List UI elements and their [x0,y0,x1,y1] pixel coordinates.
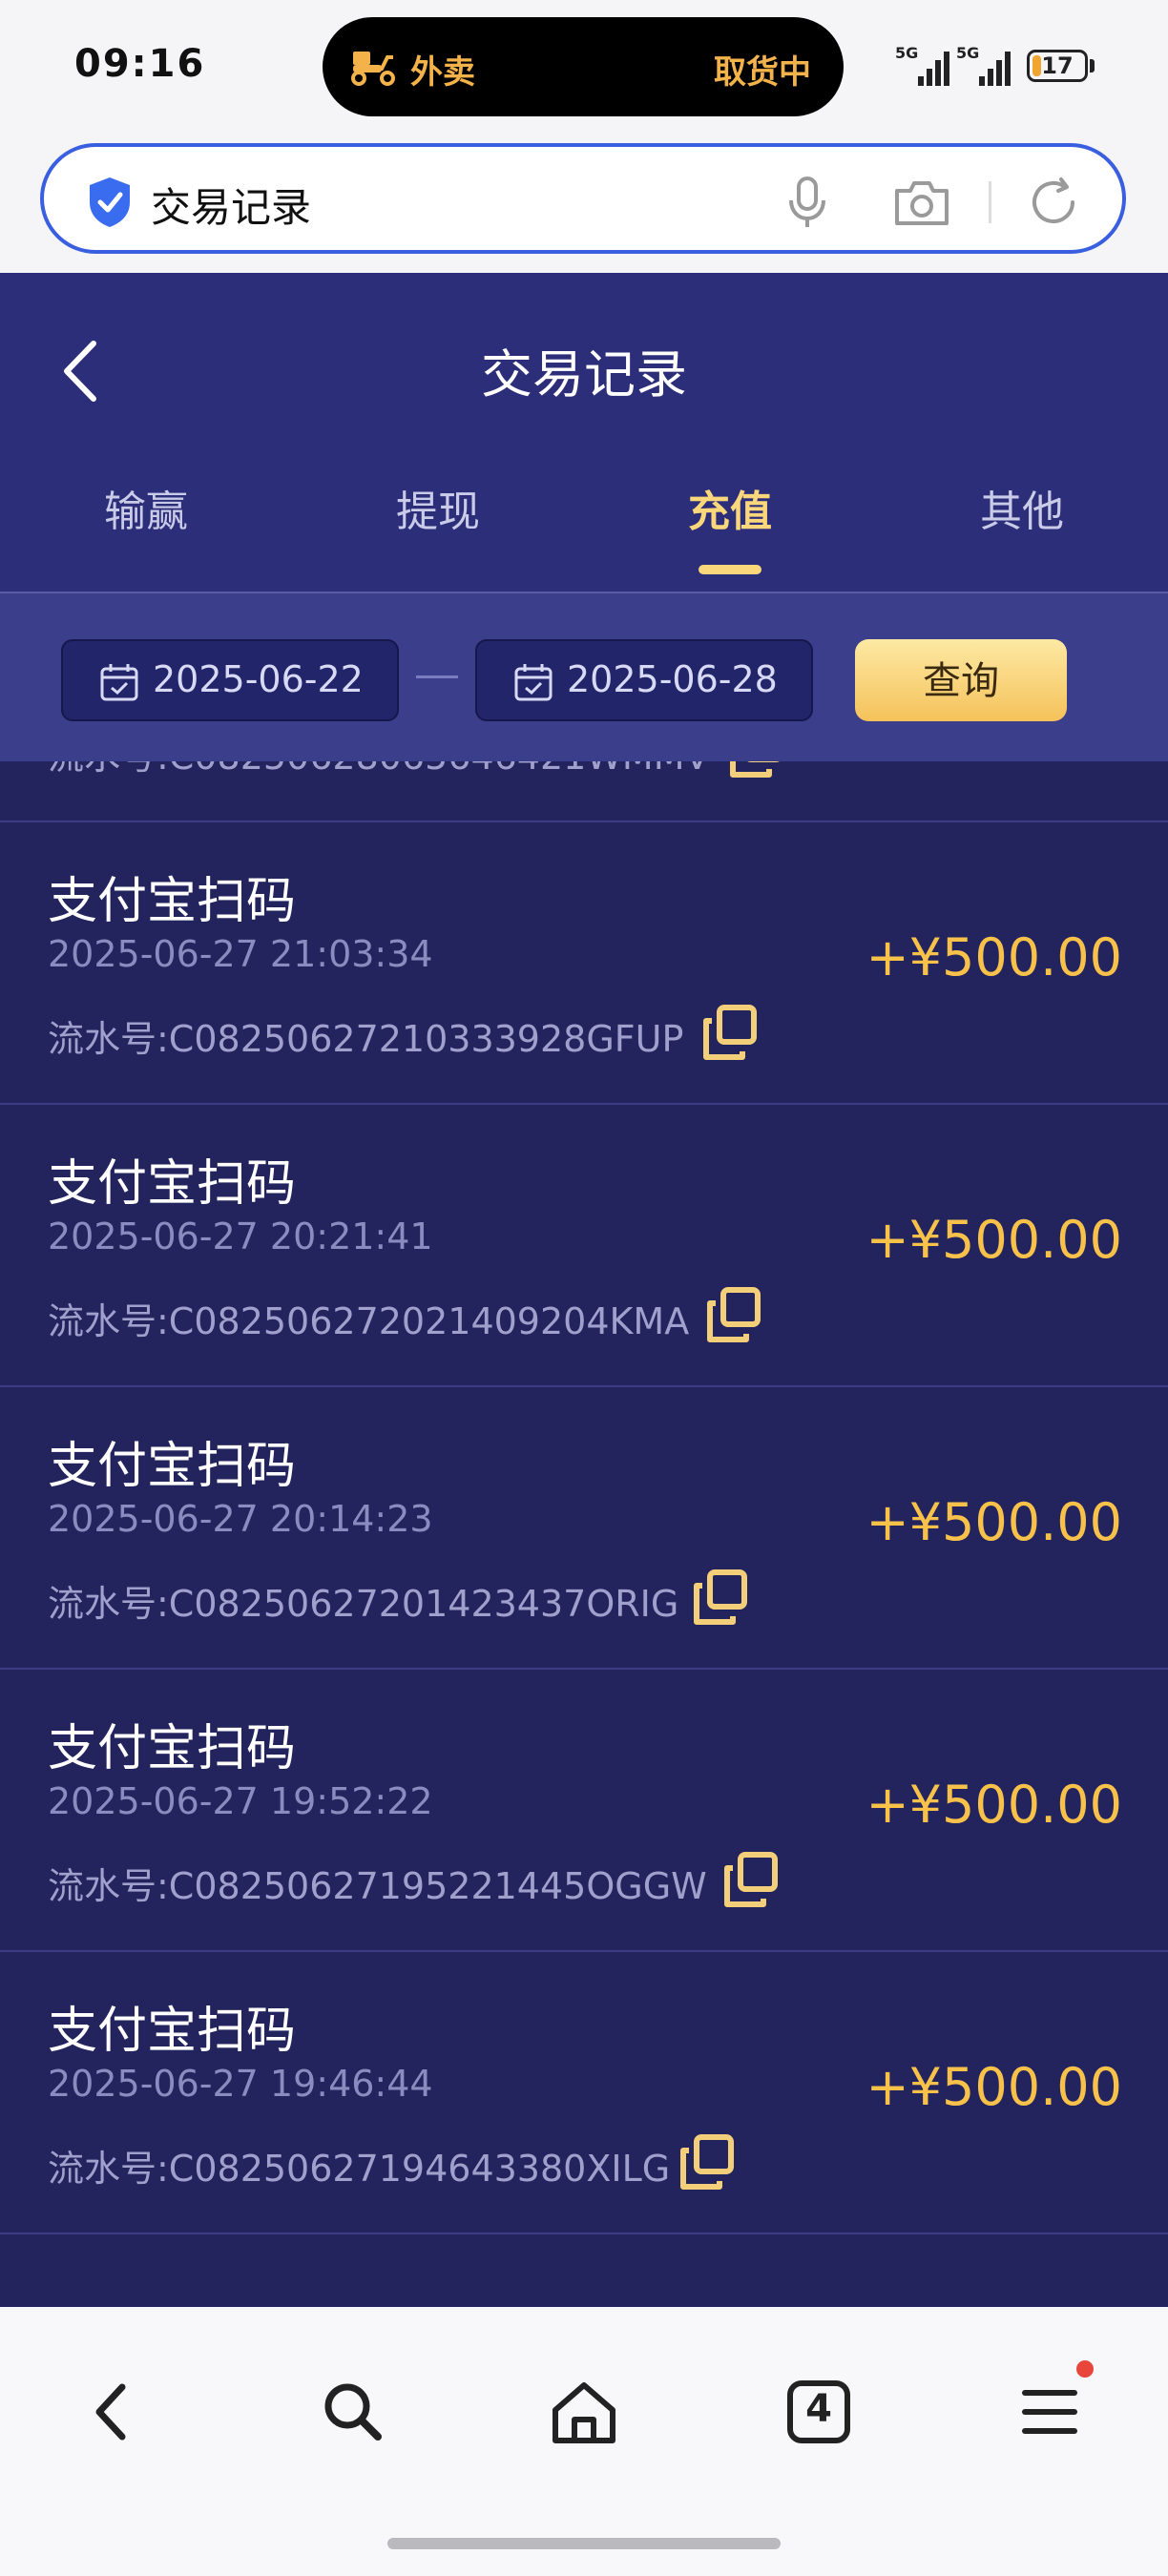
search-icon[interactable] [315,2374,391,2450]
transaction-row[interactable]: 支付宝扫码 2025-06-27 20:14:23 流水号:C082506272… [0,1387,1168,1670]
date-filter-bar: 2025-06-22 2025-06-28 查询 [0,593,1168,761]
status-time: 09:16 [74,42,206,86]
transaction-row[interactable]: 支付宝扫码 2025-06-27 19:52:22 流水号:C082506271… [0,1670,1168,1952]
calendar-icon [100,664,138,701]
transaction-time: 2025-06-27 19:46:44 [48,2063,433,2105]
battery-tip [1090,59,1095,73]
home-indicator[interactable] [387,2538,781,2549]
transaction-row[interactable]: 支付宝扫码 2025-06-27 20:21:41 流水号:C082506272… [0,1105,1168,1387]
signal-bars-icon [979,52,1011,86]
copy-icon[interactable] [699,1002,761,1065]
tab-recharge-label: 充值 [688,488,772,536]
transaction-serial: 流水号:C08250627194643380XILG [48,2148,671,2190]
tab-bar: 输赢 提现 充值 其他 [0,477,1168,574]
end-date-value: 2025-06-28 [567,658,778,700]
transaction-method: 支付宝扫码 [48,1155,297,1213]
dynamic-island[interactable]: 外卖 取货中 [323,17,844,116]
page-title: 交易记录 [481,344,687,405]
transaction-amount: +¥500.00 [866,1775,1122,1835]
copy-icon[interactable] [676,2131,739,2194]
tab-recharge[interactable]: 充值 [584,477,876,574]
menu-notification-dot [1076,2360,1094,2378]
transaction-amount: +¥500.00 [866,1210,1122,1270]
transaction-serial: 流水号:C08250627201423437ORIG [48,1583,679,1625]
transaction-row[interactable]: 支付宝扫码 2025-06-27 19:46:44 流水号:C082506271… [0,1952,1168,2234]
transaction-amount: +¥500.00 [866,1492,1122,1552]
transaction-serial: 流水号:C08250627210333928GFUP [48,1018,684,1060]
battery-level: 17 [1041,52,1074,79]
address-bar[interactable]: 交易记录 [40,143,1126,254]
signal-indicator-2: 5G [956,46,1012,86]
tab-other[interactable]: 其他 [876,477,1168,538]
tab-withdraw[interactable]: 提现 [292,477,584,538]
start-date-value: 2025-06-22 [153,658,364,700]
shield-icon [90,177,130,227]
home-icon[interactable] [546,2374,622,2450]
query-button[interactable]: 查询 [855,639,1067,721]
active-tab-indicator [699,565,761,574]
island-label: 外卖 [410,53,475,92]
transaction-method: 支付宝扫码 [48,873,297,930]
transaction-time: 2025-06-27 20:21:41 [48,1215,433,1257]
island-status: 取货中 [714,53,811,92]
calendar-icon [514,664,553,701]
transaction-time: 2025-06-27 20:14:23 [48,1498,433,1540]
address-divider [989,181,991,223]
tab-win-loss[interactable]: 输赢 [0,477,292,538]
app-header: 交易记录 输赢 提现 充值 其他 [0,273,1168,593]
transaction-serial: 流水号:C08250627195221445OGGW [48,1865,707,1907]
end-date-picker[interactable]: 2025-06-28 [475,639,813,721]
transaction-method: 支付宝扫码 [48,2003,297,2060]
camera-icon[interactable] [893,177,950,227]
transaction-time: 2025-06-27 21:03:34 [48,933,433,975]
signal-bars-icon [918,52,949,86]
copy-icon[interactable] [720,1849,782,1912]
tabs-button[interactable]: 4 [781,2374,857,2450]
transaction-serial: 流水号:C082506272021409204KMA [48,1300,690,1342]
signal-indicator-1: 5G [895,46,950,86]
battery-indicator: 17 [1027,50,1088,82]
copy-icon[interactable] [702,1284,765,1347]
transaction-row[interactable]: 流水号:C08250628065646421WMMV +¥100.00 [0,761,1168,822]
start-date-picker[interactable]: 2025-06-22 [61,639,399,721]
status-bar: 09:16 外卖 取货中 5G 5G 17 [0,0,1168,134]
mic-icon[interactable] [786,176,828,229]
copy-icon[interactable] [689,1567,752,1630]
refresh-icon[interactable] [1027,176,1080,229]
menu-icon[interactable] [1012,2374,1088,2450]
transaction-method: 支付宝扫码 [48,1438,297,1495]
browser-bottom-nav: 4 [0,2307,1168,2576]
date-range-separator [416,675,458,678]
transaction-list[interactable]: 流水号:C08250628065646421WMMV +¥100.00 支付宝扫… [0,761,1168,2307]
tab-count: 4 [805,2387,832,2431]
back-icon[interactable] [76,2374,153,2450]
address-text[interactable]: 交易记录 [151,176,311,234]
scooter-icon [351,52,395,86]
transaction-amount: +¥500.00 [866,2057,1122,2117]
copy-icon[interactable] [725,761,788,782]
transaction-time: 2025-06-27 19:52:22 [48,1780,433,1822]
transaction-serial: 流水号:C08250628065646421WMMV [48,761,709,779]
browser-bar: 交易记录 [0,134,1168,273]
transaction-method: 支付宝扫码 [48,1720,297,1777]
transaction-amount: +¥500.00 [866,927,1122,987]
transaction-row[interactable]: 支付宝扫码 2025-06-27 21:03:34 流水号:C082506272… [0,822,1168,1105]
